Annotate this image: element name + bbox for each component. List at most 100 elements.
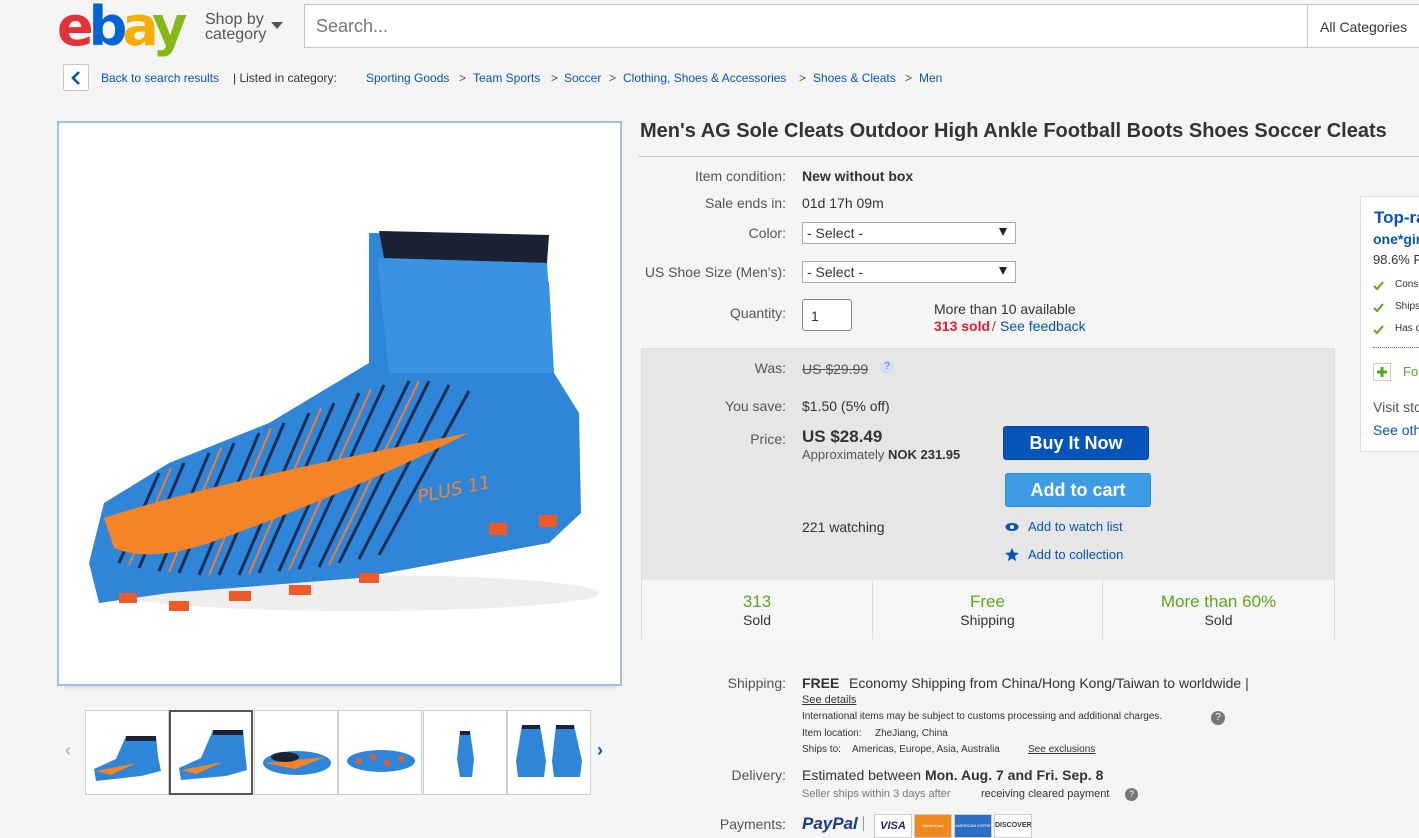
quantity-input[interactable]: 1: [802, 299, 852, 331]
stat-shipping: Free Shipping: [873, 580, 1103, 639]
question-icon[interactable]: ?: [880, 360, 894, 374]
cleat-thumbnail-image: [347, 750, 415, 772]
breadcrumb-separator: >: [905, 71, 913, 85]
add-to-collection-link[interactable]: Add to collection: [1028, 547, 1123, 562]
thumbnail-4[interactable]: [338, 710, 422, 795]
category-select[interactable]: All Categories: [1307, 4, 1419, 48]
color-select[interactable]: - Select -: [802, 222, 1016, 244]
cleared-payment-link[interactable]: receiving cleared payment: [981, 788, 1109, 800]
ships-to-value: Americas, Europe, Asia, Australia: [852, 744, 1000, 755]
item-title: Men's AG Sole Cleats Outdoor High Ankle …: [640, 120, 1387, 142]
stat-sold-label: Sold: [742, 612, 772, 628]
breadcrumb-shoes-cleats[interactable]: Shoes & Cleats: [813, 71, 896, 85]
delivery-label: Delivery:: [731, 767, 786, 783]
payments-label: Payments:: [719, 816, 786, 832]
size-select-value: - Select -: [807, 264, 864, 280]
chevron-left-icon: [71, 71, 80, 85]
seller-divider: [1373, 347, 1419, 348]
sold-separator: /: [988, 318, 1000, 334]
see-other-items-link[interactable]: See oth: [1373, 422, 1419, 438]
customs-notice: International items may be subject to cu…: [802, 711, 1163, 722]
you-save-value: $1.50 (5% off): [802, 398, 890, 414]
ships-to-label: Ships to:: [802, 744, 841, 755]
stat-shipping-label: Shipping: [960, 612, 1015, 628]
thumbnail-2[interactable]: [169, 710, 253, 795]
condition-value: New without box: [802, 168, 914, 184]
buy-it-now-button[interactable]: Buy It Now: [1003, 426, 1149, 460]
shipping-label: Shipping:: [727, 675, 786, 691]
availability-text: More than 10 available: [934, 301, 1076, 317]
stat-percent-label: Sold: [1204, 612, 1233, 628]
thumbnail-5[interactable]: [423, 710, 507, 795]
back-to-search-link[interactable]: Back to search results: [101, 71, 219, 85]
logo-letter-a: a: [122, 0, 157, 58]
discover-logo: DISCOVER: [994, 814, 1032, 838]
you-save-label: You save:: [725, 398, 786, 414]
stat-percent-value: More than 60%: [1160, 592, 1277, 611]
follow-label[interactable]: Fol: [1403, 364, 1419, 379]
stat-shipping-value: Free: [970, 592, 1005, 611]
cleat-thumbnail-image: [516, 725, 582, 777]
stat-percent-sold: More than 60% Sold: [1103, 580, 1334, 639]
ebay-logo[interactable]: ebay: [57, 0, 187, 54]
breadcrumb-separator: >: [799, 71, 807, 85]
see-feedback-link[interactable]: See feedback: [1000, 318, 1086, 334]
category-label: category: [205, 26, 267, 43]
size-select[interactable]: - Select -: [802, 261, 1016, 283]
see-details-link[interactable]: See details: [802, 694, 856, 706]
breadcrumb-separator: >: [609, 71, 617, 85]
visa-logo: VISA: [874, 814, 912, 838]
thumbnail-next-arrow[interactable]: ›: [597, 740, 603, 761]
thumbnail-3[interactable]: [254, 710, 338, 795]
thumbnail-prev-arrow[interactable]: ‹: [65, 740, 71, 761]
seller-name-link[interactable]: one*gir: [1373, 231, 1419, 247]
help-icon[interactable]: ?: [1211, 711, 1225, 725]
breadcrumb-team-sports[interactable]: Team Sports: [473, 71, 540, 85]
approx-price-text: Approximately NOK 231.95: [802, 447, 960, 462]
cleat-thumbnail-image: [179, 730, 247, 780]
shipping-description: Economy Shipping from China/Hong Kong/Ta…: [849, 675, 1249, 691]
breadcrumb-sporting-goods[interactable]: Sporting Goods: [366, 71, 449, 85]
seller-card: Top-ra one*gir 98.6% P Cons Ships Has c …: [1360, 196, 1419, 452]
logo-letter-b: b: [88, 0, 128, 58]
top-rated-seller-label: Top-ra: [1374, 208, 1419, 227]
dropdown-arrow-icon: [999, 267, 1007, 275]
cleat-thumbnail-image: [94, 736, 161, 781]
shop-by-label: Shop by: [205, 11, 264, 28]
seller-feature-3: Has c: [1395, 323, 1419, 334]
visit-store-label[interactable]: Visit sto: [1373, 399, 1419, 415]
dropdown-arrow-icon: [999, 228, 1007, 236]
cleat-thumbnail-image: [263, 751, 331, 775]
search-input[interactable]: [304, 4, 1308, 48]
breadcrumb-soccer[interactable]: Soccer: [564, 71, 601, 85]
add-to-cart-button[interactable]: Add to cart: [1005, 473, 1151, 507]
was-price: US $29.99: [802, 361, 869, 377]
current-price: US $28.49: [802, 427, 883, 446]
logo-letter-y: y: [152, 0, 187, 58]
size-label: US Shoe Size (Men's):: [644, 264, 786, 280]
breadcrumb-men[interactable]: Men: [919, 71, 942, 85]
amex-logo: AMERICAN EXPRESS: [954, 814, 992, 838]
approx-nok: NOK 231.95: [887, 447, 961, 462]
soccer-cleat-image: PLUS 11: [89, 231, 599, 611]
price-label: Price:: [750, 431, 786, 447]
shop-by-category-button[interactable]: Shop by category: [205, 11, 283, 43]
help-icon[interactable]: ?: [1125, 788, 1138, 801]
breadcrumb-clothing[interactable]: Clothing, Shoes & Accessories: [623, 71, 786, 85]
thumbnail-1[interactable]: [85, 710, 169, 795]
main-product-image[interactable]: PLUS 11: [57, 121, 622, 686]
checkmark-icon: [1373, 303, 1384, 313]
stat-sold: 313 Sold: [642, 580, 873, 639]
delivery-dates: Mon. Aug. 7 and Fri. Sep. 8: [924, 767, 1104, 783]
plus-icon: [1377, 367, 1387, 377]
sold-count-link[interactable]: 313 sold: [934, 318, 990, 334]
see-exclusions-link[interactable]: See exclusions: [1028, 744, 1095, 755]
back-button[interactable]: [63, 64, 89, 91]
was-label: Was:: [754, 360, 786, 376]
paypal-logo: PayPal: [802, 814, 858, 833]
follow-button[interactable]: [1373, 363, 1391, 381]
shipping-free: FREE: [802, 675, 840, 691]
listed-in-label: | Listed in category:: [233, 71, 337, 85]
add-to-watch-list-link[interactable]: Add to watch list: [1028, 519, 1123, 534]
thumbnail-6[interactable]: [507, 710, 591, 795]
